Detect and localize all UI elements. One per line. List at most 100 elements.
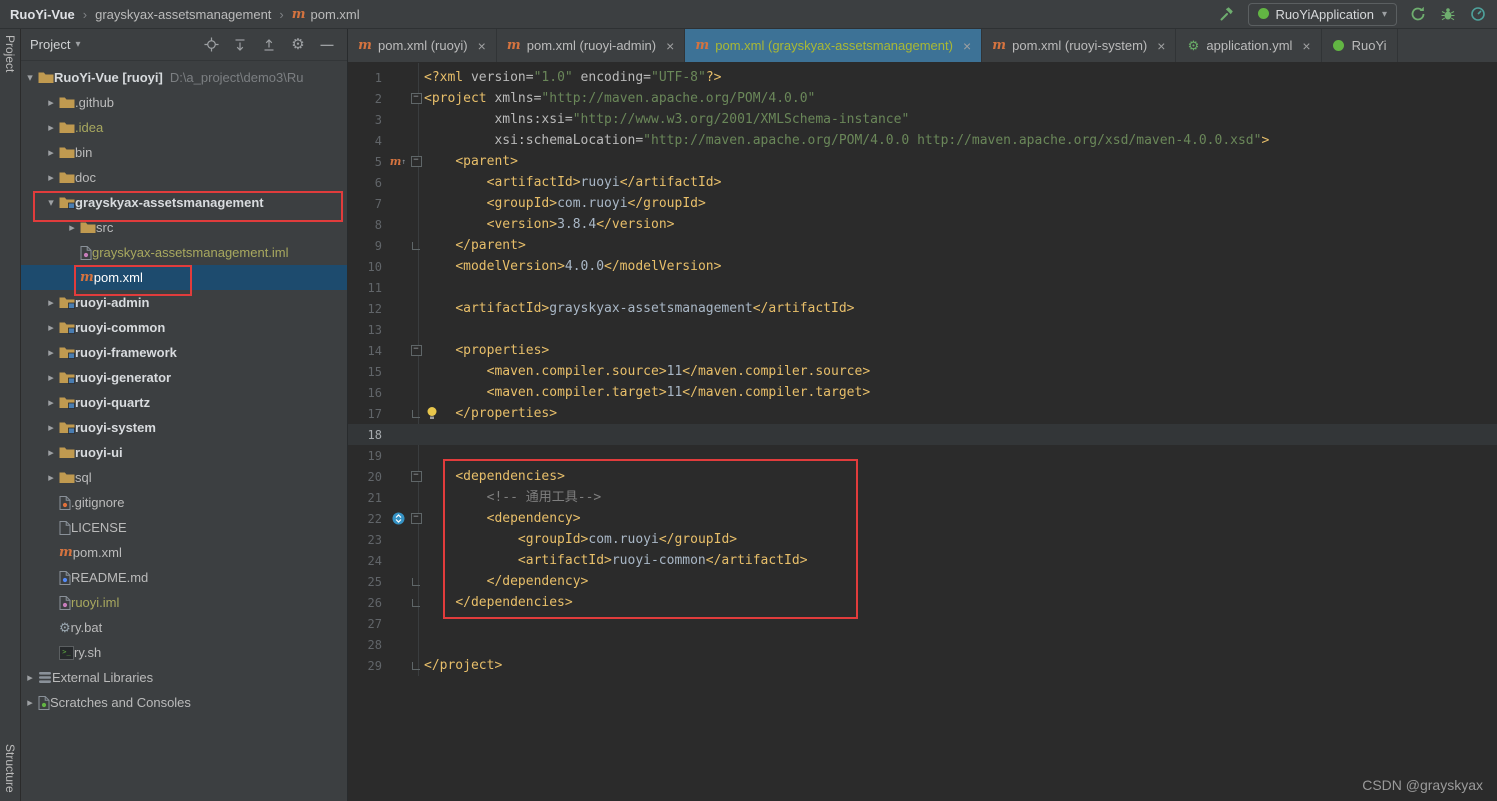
tab-pom-xml-grayskyax-assetsmanagement[interactable]: m pom.xml (grayskyax-assetsmanagement) × — [685, 29, 983, 62]
watermark: CSDN @grayskyax — [1362, 777, 1483, 793]
line-number: 12 — [367, 301, 382, 316]
fold-collapse-icon[interactable]: − — [410, 471, 422, 482]
tree-item-doc[interactable]: ▸ doc — [20, 165, 347, 190]
tree-item-readme-md[interactable]: README.md — [20, 565, 347, 590]
tree-item-grayskyax-assetsmanagement[interactable]: ▾ grayskyax-assetsmanagement — [20, 190, 347, 215]
tab-label: pom.xml (ruoyi) — [378, 38, 468, 53]
profiler-icon[interactable] — [1469, 5, 1487, 23]
fold-end-icon[interactable] — [412, 241, 420, 250]
fold-collapse-icon[interactable]: − — [410, 513, 422, 524]
tree-item-bin[interactable]: ▸ bin — [20, 140, 347, 165]
tree-item-label: grayskyax-assetsmanagement — [75, 195, 264, 210]
tab-application-yml[interactable]: ⚙ application.yml × — [1176, 29, 1322, 62]
tab-label: RuoYi — [1351, 38, 1387, 53]
tree-item-ruoyi-common[interactable]: ▸ ruoyi-common — [20, 315, 347, 340]
debug-icon[interactable] — [1439, 5, 1457, 23]
chevron-right-icon[interactable]: ▸ — [43, 346, 59, 359]
tree-item-label: ry.sh — [74, 645, 102, 660]
chevron-right-icon[interactable]: ▸ — [43, 371, 59, 384]
tree-item-ruoyi-ui[interactable]: ▸ ruoyi-ui — [20, 440, 347, 465]
close-tab-icon[interactable]: × — [1157, 39, 1165, 53]
iml-file-icon — [59, 595, 71, 610]
tree-item-ruoyi-quartz[interactable]: ▸ ruoyi-quartz — [20, 390, 347, 415]
line-number: 4 — [374, 133, 382, 148]
tab-ruoyi[interactable]: RuoYi — [1322, 29, 1398, 62]
chevron-right-icon[interactable]: ▸ — [43, 421, 59, 434]
tree-item-ruoyi-iml[interactable]: ruoyi.iml — [20, 590, 347, 615]
line-number: 15 — [367, 364, 382, 379]
close-tab-icon[interactable]: × — [1302, 39, 1310, 53]
project-panel-title: Project — [30, 37, 71, 52]
tab-pom-xml-ruoyi-admin[interactable]: m pom.xml (ruoyi-admin) × — [497, 29, 686, 62]
chevron-right-icon[interactable]: ▸ — [22, 671, 38, 684]
chevron-right-icon[interactable]: ▸ — [43, 396, 59, 409]
build-hammer-icon[interactable] — [1218, 5, 1236, 23]
chevron-right-icon[interactable]: ▸ — [43, 96, 59, 109]
tree-item-grayskyax-assetsmanagement-iml[interactable]: grayskyax-assetsmanagement.iml — [20, 240, 347, 265]
chevron-right-icon[interactable]: ▸ — [43, 446, 59, 459]
chevron-down-icon[interactable]: ▾ — [43, 196, 59, 209]
tree-item-ruoyi-vue-ruoyi[interactable]: ▾ RuoYi-Vue [ruoyi] D:\a_project\demo3\Ru — [20, 65, 347, 90]
chevron-right-icon[interactable]: ▸ — [43, 321, 59, 334]
tree-item-idea[interactable]: ▸ .idea — [20, 115, 347, 140]
fold-end-icon[interactable] — [412, 409, 420, 418]
fold-collapse-icon[interactable]: − — [410, 93, 422, 104]
tab-pom-xml-ruoyi-system[interactable]: m pom.xml (ruoyi-system) × — [982, 29, 1177, 62]
close-tab-icon[interactable]: × — [963, 39, 971, 53]
chevron-right-icon[interactable]: ▸ — [43, 121, 59, 134]
tree-item-ruoyi-admin[interactable]: ▸ ruoyi-admin — [20, 290, 347, 315]
tab-pom-xml-ruoyi[interactable]: m pom.xml (ruoyi) × — [348, 29, 497, 62]
chevron-down-icon[interactable]: ▾ — [22, 71, 38, 84]
close-tab-icon[interactable]: × — [666, 39, 674, 53]
chevron-right-icon[interactable]: ▸ — [64, 221, 80, 234]
bulb-icon[interactable] — [426, 406, 438, 425]
chevron-right-icon[interactable]: ▸ — [43, 296, 59, 309]
tree-item-scratches-and-consoles[interactable]: ▸ Scratches and Consoles — [20, 690, 347, 715]
breadcrumb-item-ruoyi-vue[interactable]: RuoYi-Vue — [10, 7, 75, 22]
rerun-icon[interactable] — [1409, 5, 1427, 23]
chevron-right-icon[interactable]: ▸ — [22, 696, 38, 709]
settings-gear-icon[interactable]: ⚙ — [290, 37, 306, 53]
fold-end-icon[interactable] — [412, 577, 420, 586]
folder-icon — [59, 146, 75, 159]
project-view-dropdown[interactable]: Project ▾ — [30, 37, 81, 52]
project-stripe-button[interactable]: Project — [3, 35, 17, 72]
tree-item-ruoyi-generator[interactable]: ▸ ruoyi-generator — [20, 365, 347, 390]
code-line-1: 1 <?xml version="1.0" encoding="UTF-8"?> — [348, 67, 1497, 88]
chevron-right-icon[interactable]: ▸ — [43, 146, 59, 159]
code-editor[interactable]: 1 <?xml version="1.0" encoding="UTF-8"?> 2… — [348, 63, 1497, 676]
run-config-selector[interactable]: RuoYiApplication ▾ — [1248, 2, 1397, 26]
editor-area: m pom.xml (ruoyi) × m pom.xml (ruoyi-admin) ×… — [348, 29, 1497, 801]
fold-end-icon[interactable] — [412, 661, 420, 670]
tree-item-ry-sh[interactable]: >_ ry.sh — [20, 640, 347, 665]
fold-end-icon[interactable] — [412, 598, 420, 607]
breadcrumb-item-grayskyax-assetsmanagement[interactable]: grayskyax-assetsmanagement — [95, 7, 271, 22]
code-text: </dependency> — [486, 574, 589, 589]
locate-file-icon[interactable] — [203, 37, 219, 53]
tree-item-license[interactable]: LICENSE — [20, 515, 347, 540]
tree-item-pom-xml[interactable]: m pom.xml — [20, 540, 347, 565]
fold-collapse-icon[interactable]: − — [410, 156, 422, 167]
project-tool-window: Project ▾ ⚙ — ▾ RuoYi-Vue [ruoyi] D:\a_proj… — [20, 29, 348, 801]
code-line-21: 21 <!-- 通用工具--> — [348, 487, 1497, 508]
breadcrumb-label: pom.xml — [310, 6, 360, 22]
expand-all-icon[interactable] — [232, 37, 248, 53]
tree-item-src[interactable]: ▸ src — [20, 215, 347, 240]
chevron-right-icon[interactable]: ▸ — [43, 471, 59, 484]
tree-item-github[interactable]: ▸ .github — [20, 90, 347, 115]
close-tab-icon[interactable]: × — [478, 39, 486, 53]
chevron-right-icon[interactable]: ▸ — [43, 171, 59, 184]
gutter-slot — [388, 571, 408, 592]
tree-item-pom-xml[interactable]: m pom.xml — [20, 265, 347, 290]
tree-item-external-libraries[interactable]: ▸ External Libraries — [20, 665, 347, 690]
structure-stripe-button[interactable]: Structure — [3, 744, 17, 793]
tree-item-ry-bat[interactable]: ⚙ ry.bat — [20, 615, 347, 640]
tree-item-sql[interactable]: ▸ sql — [20, 465, 347, 490]
tree-item-ruoyi-system[interactable]: ▸ ruoyi-system — [20, 415, 347, 440]
hide-panel-icon[interactable]: — — [319, 37, 335, 53]
collapse-all-icon[interactable] — [261, 37, 277, 53]
breadcrumb-item-pom-xml[interactable]: m pom.xml — [292, 7, 360, 22]
tree-item-ruoyi-framework[interactable]: ▸ ruoyi-framework — [20, 340, 347, 365]
fold-collapse-icon[interactable]: − — [410, 345, 422, 356]
tree-item-gitignore[interactable]: .gitignore — [20, 490, 347, 515]
